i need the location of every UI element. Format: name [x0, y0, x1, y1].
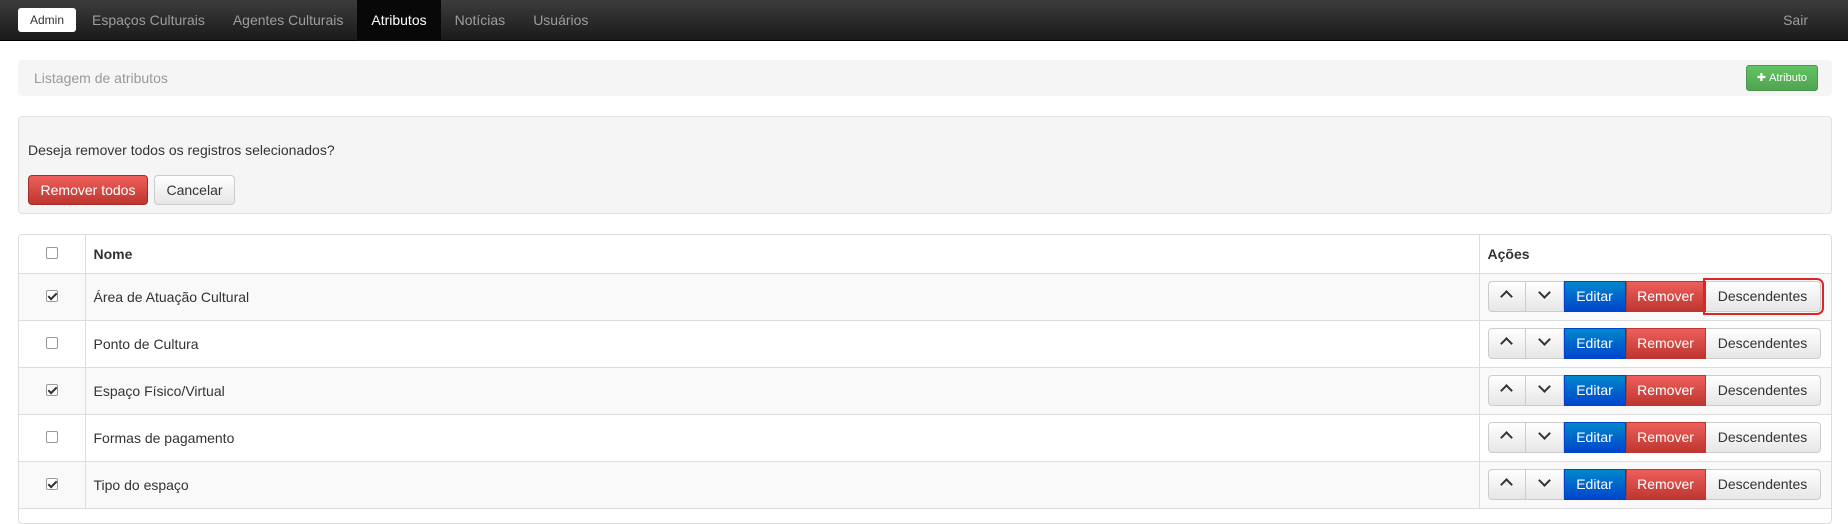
- nav-item-agentes-culturais[interactable]: Agentes Culturais: [219, 0, 358, 41]
- row-name: Espaço Físico/Virtual: [85, 367, 1480, 415]
- nav-item-noticias[interactable]: Notícias: [441, 0, 520, 41]
- row-select-cell: [19, 320, 86, 368]
- confirm-question: Deseja remover todos os registros seleci…: [28, 142, 335, 158]
- edit-button[interactable]: Editar: [1563, 469, 1626, 500]
- move-down-button[interactable]: [1525, 328, 1564, 359]
- row-action-group: Editar Remover Descendentes: [1487, 328, 1821, 359]
- move-down-button[interactable]: [1525, 375, 1564, 406]
- column-header-nome: Nome: [85, 235, 1480, 274]
- nav-item-usuarios[interactable]: Usuários: [519, 0, 602, 41]
- remove-button[interactable]: Remover: [1625, 422, 1706, 453]
- confirm-remove-panel: Deseja remover todos os registros seleci…: [18, 116, 1832, 214]
- descendants-button[interactable]: Descendentes: [1705, 375, 1821, 406]
- descendants-button[interactable]: Descendentes: [1705, 328, 1821, 359]
- table-header-row: Nome Ações: [19, 235, 1831, 274]
- chevron-down-icon: [1537, 286, 1551, 299]
- remove-button[interactable]: Remover: [1625, 281, 1706, 312]
- row-checkbox[interactable]: [45, 336, 58, 349]
- logout-link[interactable]: Sair: [1783, 0, 1808, 41]
- descendants-button[interactable]: Descendentes: [1702, 278, 1824, 315]
- move-up-button[interactable]: [1487, 281, 1526, 312]
- plus-icon: ✚: [1756, 72, 1767, 84]
- chevron-up-icon: [1500, 290, 1513, 303]
- table-row: Ponto de Cultura Editar Remover Descende…: [19, 320, 1831, 368]
- row-name: Área de Atuação Cultural: [85, 273, 1480, 321]
- table-row: Formas de pagamento Editar Remover Desce…: [19, 414, 1831, 462]
- edit-button[interactable]: Editar: [1563, 375, 1626, 406]
- move-up-button[interactable]: [1487, 422, 1526, 453]
- descendants-button[interactable]: Descendentes: [1705, 469, 1821, 500]
- cancel-button[interactable]: Cancelar: [154, 175, 235, 205]
- add-attribute-button[interactable]: ✚ Atributo: [1745, 65, 1818, 91]
- chevron-down-icon: [1537, 427, 1551, 440]
- move-down-button[interactable]: [1525, 422, 1564, 453]
- row-checkbox[interactable]: [45, 383, 58, 396]
- chevron-down-icon: [1537, 380, 1551, 393]
- remove-button[interactable]: Remover: [1625, 375, 1706, 406]
- row-select-cell: [19, 414, 86, 462]
- row-select-cell: [19, 367, 86, 415]
- add-attribute-label: Atributo: [1769, 72, 1807, 84]
- row-actions: Editar Remover Descendentes: [1479, 273, 1831, 321]
- row-select-cell: [19, 461, 86, 509]
- page-title: Listagem de atributos: [34, 70, 168, 86]
- remove-all-button[interactable]: Remover todos: [28, 175, 148, 205]
- nav-item-espacos-culturais[interactable]: Espaços Culturais: [78, 0, 219, 41]
- attributes-table: Nome Ações Área de Atuação Cultural Edit…: [18, 234, 1832, 524]
- chevron-down-icon: [1537, 474, 1551, 487]
- row-name: Ponto de Cultura: [85, 320, 1480, 368]
- table-row: Tipo do espaço Editar Remover Descendent…: [19, 461, 1831, 509]
- move-down-button[interactable]: [1525, 281, 1564, 312]
- move-down-button[interactable]: [1525, 469, 1564, 500]
- chevron-up-icon: [1500, 478, 1513, 491]
- row-actions: Editar Remover Descendentes: [1479, 367, 1831, 415]
- move-up-button[interactable]: [1487, 375, 1526, 406]
- row-checkbox[interactable]: [45, 430, 58, 443]
- row-name: Formas de pagamento: [85, 414, 1480, 462]
- remove-button[interactable]: Remover: [1625, 469, 1706, 500]
- column-header-acoes: Ações: [1479, 235, 1831, 274]
- table-row: Área de Atuação Cultural Editar Remover …: [19, 273, 1831, 321]
- edit-button[interactable]: Editar: [1563, 328, 1626, 359]
- select-all-header: [19, 235, 86, 274]
- top-navbar: Admin Espaços Culturais Agentes Culturai…: [0, 0, 1848, 41]
- row-action-group: Editar Remover Descendentes: [1487, 422, 1821, 453]
- row-name: Tipo do espaço: [85, 461, 1480, 509]
- row-action-group: Editar Remover Descendentes: [1487, 278, 1824, 315]
- row-action-group: Editar Remover Descendentes: [1487, 375, 1821, 406]
- chevron-up-icon: [1500, 384, 1513, 397]
- nav-brand-admin[interactable]: Admin: [18, 8, 77, 32]
- row-checkbox[interactable]: [45, 289, 58, 302]
- row-checkbox[interactable]: [45, 477, 58, 490]
- remove-button[interactable]: Remover: [1625, 328, 1706, 359]
- edit-button[interactable]: Editar: [1563, 281, 1626, 312]
- row-actions: Editar Remover Descendentes: [1479, 320, 1831, 368]
- move-up-button[interactable]: [1487, 328, 1526, 359]
- chevron-down-icon: [1537, 333, 1551, 346]
- listing-header: Listagem de atributos ✚ Atributo: [18, 60, 1832, 96]
- select-all-checkbox[interactable]: [45, 247, 58, 260]
- descendants-button[interactable]: Descendentes: [1705, 422, 1821, 453]
- chevron-up-icon: [1500, 337, 1513, 350]
- row-action-group: Editar Remover Descendentes: [1487, 469, 1821, 500]
- nav-item-atributos[interactable]: Atributos: [357, 0, 441, 41]
- row-select-cell: [19, 273, 86, 321]
- move-up-button[interactable]: [1487, 469, 1526, 500]
- edit-button[interactable]: Editar: [1563, 422, 1626, 453]
- table-row: Espaço Físico/Virtual Editar Remover Des…: [19, 367, 1831, 415]
- row-actions: Editar Remover Descendentes: [1479, 414, 1831, 462]
- row-actions: Editar Remover Descendentes: [1479, 461, 1831, 509]
- chevron-up-icon: [1500, 431, 1513, 444]
